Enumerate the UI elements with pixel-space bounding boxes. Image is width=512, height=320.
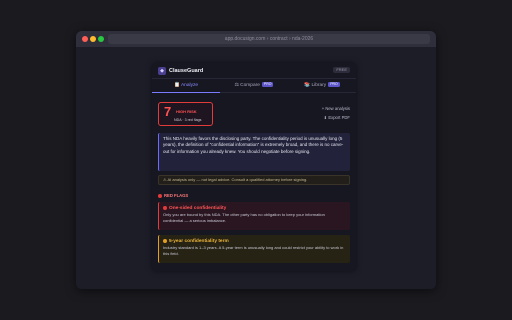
pro-badge: PRO <box>328 82 340 88</box>
yellow-dot-icon <box>163 238 167 243</box>
risk-score: 7 <box>164 104 172 119</box>
tab-compare-label: ⚖ Compare <box>234 83 260 88</box>
clauseguard-panel: ◆ ClauseGuard FREE 📋 Analyze ⚖ Compare PR… <box>152 63 356 271</box>
tab-library[interactable]: 📚 Library PRO <box>288 79 356 93</box>
tab-analyze-label: 📋 Analyze <box>173 83 199 88</box>
tab-analyze[interactable]: 📋 Analyze <box>152 79 220 93</box>
red-dot-icon <box>158 193 162 198</box>
plan-badge: FREE <box>333 67 350 73</box>
risk-subtitle: NDA · 3 red flags <box>174 118 202 122</box>
address-bar[interactable]: app.docusign.com › contract › nda-2026 <box>108 34 430 44</box>
pro-badge: PRO <box>261 82 274 88</box>
export-pdf-link[interactable]: ⬇ Export PDF <box>324 115 350 121</box>
flag-description: Only you are bound by this NDA. The othe… <box>163 212 325 223</box>
maximize-button[interactable] <box>98 36 104 42</box>
flag-title-text: One-sided confidentiality <box>169 206 227 211</box>
tab-library-label: 📚 Library <box>304 83 327 88</box>
red-dot-icon <box>163 205 167 210</box>
title-bar: app.docusign.com › contract › nda-2026 <box>76 31 436 47</box>
shield-icon: ◆ <box>158 67 166 75</box>
flag-card[interactable]: One-sided confidentiality Only you are b… <box>158 202 350 230</box>
risk-level: HIGH RISK <box>176 109 197 114</box>
red-flags-label: RED FLAGS <box>164 193 189 198</box>
new-analysis-link[interactable]: + New analysis <box>322 106 350 112</box>
tab-compare[interactable]: ⚖ Compare PRO <box>220 79 288 93</box>
panel-header: ◆ ClauseGuard FREE <box>152 63 356 79</box>
risk-score-card: 7 HIGH RISK NDA · 3 red flags <box>158 102 213 126</box>
tab-bar: 📋 Analyze ⚖ Compare PRO 📚 Library PRO <box>152 79 356 93</box>
flag-description: Industry standard is 1–3 years. A 5-year… <box>163 245 344 256</box>
flag-card[interactable]: 5-year confidentiality term Industry sta… <box>158 235 350 263</box>
browser-window: app.docusign.com › contract › nda-2026 ◆… <box>76 31 436 289</box>
summary-text: This NDA heavily favors the disclosing p… <box>158 133 350 171</box>
page-content: ◆ ClauseGuard FREE 📋 Analyze ⚖ Compare PR… <box>76 47 436 289</box>
flag-title-text: 5-year confidentiality term <box>169 239 229 244</box>
disclaimer: ⚠ AI analysis only — not legal advice. C… <box>158 175 350 185</box>
close-button[interactable] <box>82 36 88 42</box>
brand-name: ClauseGuard <box>169 68 204 74</box>
flag-title: 5-year confidentiality term <box>163 238 346 245</box>
flag-title: One-sided confidentiality <box>163 205 346 212</box>
minimize-button[interactable] <box>90 36 96 42</box>
red-flags-heading: RED FLAGS <box>158 193 188 199</box>
